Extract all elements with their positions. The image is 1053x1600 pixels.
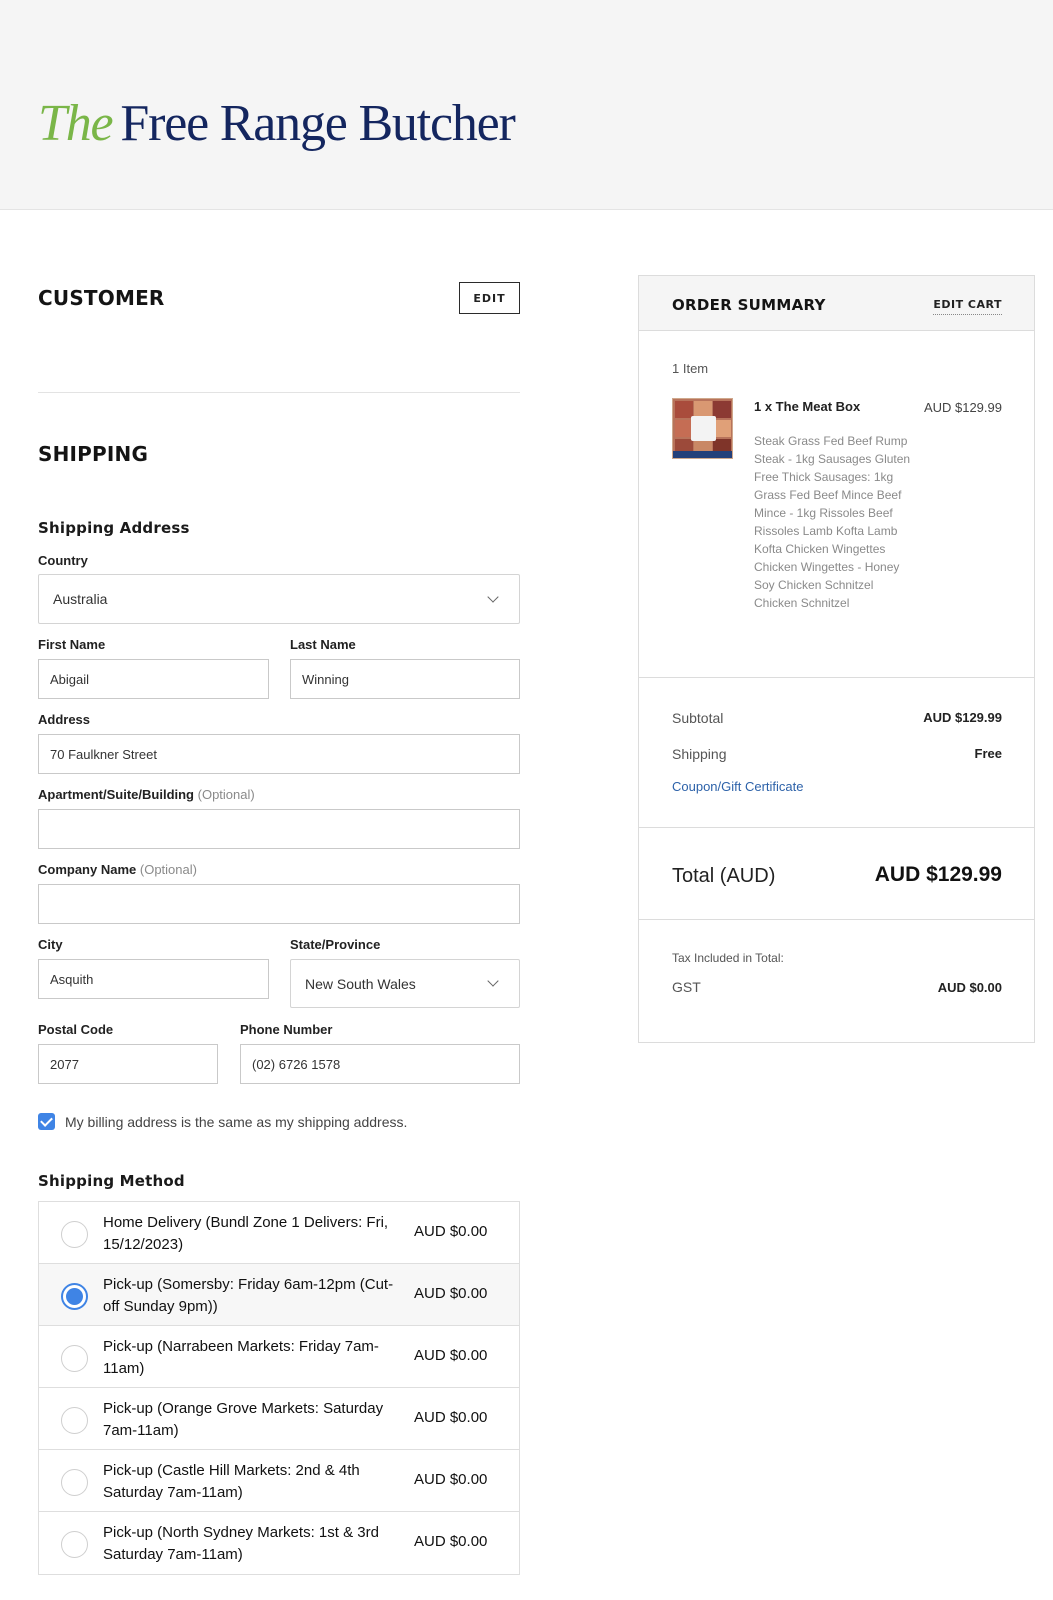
- apartment-label: Apartment/Suite/Building (Optional): [38, 787, 255, 802]
- shipping-method-option[interactable]: Pick-up (Orange Grove Markets: Saturday …: [39, 1388, 519, 1450]
- apartment-label-text: Apartment/Suite/Building: [38, 787, 194, 802]
- site-header: The Free Range Butcher: [0, 0, 1053, 210]
- method-price: AUD $0.00: [414, 1285, 488, 1302]
- product-thumbnail: [672, 398, 733, 459]
- gst-label: GST: [672, 979, 701, 995]
- billing-same-row[interactable]: My billing address is the same as my shi…: [38, 1113, 407, 1130]
- gst-value: AUD $0.00: [937, 980, 1002, 995]
- city-label: City: [38, 937, 63, 952]
- state-label: State/Province: [290, 937, 381, 952]
- shipping-method-option[interactable]: Pick-up (Castle Hill Markets: 2nd & 4th …: [39, 1450, 519, 1512]
- company-optional: (Optional): [139, 862, 197, 877]
- method-label: Pick-up (Somersby: Friday 6am-12pm (Cut-…: [103, 1276, 394, 1315]
- shipping-address-heading: Shipping Address: [38, 519, 190, 537]
- company-label: Company Name (Optional): [38, 862, 197, 877]
- order-summary-title: ORDER SUMMARY: [672, 296, 826, 314]
- order-summary-header: ORDER SUMMARY EDIT CART: [639, 276, 1034, 331]
- radio-button[interactable]: [61, 1469, 88, 1496]
- method-price: AUD $0.00: [414, 1471, 488, 1488]
- radio-button[interactable]: [61, 1345, 88, 1372]
- method-price: AUD $0.00: [414, 1347, 488, 1364]
- first-name-field[interactable]: Abigail: [38, 659, 269, 699]
- company-label-text: Company Name: [38, 862, 137, 877]
- shipping-method-heading: Shipping Method: [38, 1172, 185, 1190]
- method-label: Pick-up (Narrabeen Markets: Friday 7am-1…: [103, 1338, 379, 1377]
- company-field[interactable]: [38, 884, 520, 924]
- postal-label: Postal Code: [38, 1022, 114, 1037]
- divider: [639, 919, 1034, 920]
- logo-name: Free Range Butcher: [120, 95, 515, 152]
- state-value: New South Wales: [305, 975, 416, 992]
- method-label: Pick-up (Castle Hill Markets: 2nd & 4th …: [103, 1462, 360, 1501]
- method-price: AUD $0.00: [414, 1409, 488, 1426]
- item-price: AUD $129.99: [923, 400, 1002, 415]
- tax-label: Tax Included in Total:: [672, 951, 784, 965]
- radio-button-selected[interactable]: [61, 1283, 88, 1310]
- first-name-label: First Name: [38, 637, 106, 652]
- method-label: Pick-up (North Sydney Markets: 1st & 3rd…: [103, 1524, 379, 1563]
- chevron-down-icon: [487, 975, 499, 987]
- order-summary-panel: ORDER SUMMARY EDIT CART 1 Item 1 x The M…: [638, 275, 1035, 1043]
- last-name-field[interactable]: Winning: [290, 659, 520, 699]
- shipping-method-list: Home Delivery (Bundl Zone 1 Delivers: Fr…: [38, 1201, 520, 1575]
- radio-button[interactable]: [61, 1531, 88, 1558]
- customer-title: CUSTOMER: [38, 286, 165, 310]
- item-name: 1 x The Meat Box: [754, 399, 861, 414]
- apartment-optional: (Optional): [197, 787, 255, 802]
- shipping-label: Shipping: [672, 746, 727, 762]
- site-logo[interactable]: The Free Range Butcher: [38, 95, 516, 152]
- radio-button[interactable]: [61, 1407, 88, 1434]
- radio-button[interactable]: [61, 1221, 88, 1248]
- method-price: AUD $0.00: [414, 1533, 488, 1550]
- method-label: Home Delivery (Bundl Zone 1 Delivers: Fr…: [103, 1214, 389, 1253]
- shipping-method-option-selected[interactable]: Pick-up (Somersby: Friday 6am-12pm (Cut-…: [39, 1264, 519, 1326]
- billing-same-checkbox[interactable]: [38, 1113, 55, 1130]
- shipping-method-option[interactable]: Home Delivery (Bundl Zone 1 Delivers: Fr…: [39, 1202, 519, 1264]
- divider: [639, 677, 1034, 678]
- shipping-value: Free: [974, 746, 1002, 761]
- customer-edit-button[interactable]: EDIT: [459, 282, 520, 314]
- shipping-method-option[interactable]: Pick-up (North Sydney Markets: 1st & 3rd…: [39, 1512, 519, 1574]
- chevron-down-icon: [487, 590, 499, 603]
- city-field[interactable]: Asquith: [38, 959, 269, 999]
- apartment-field[interactable]: [38, 809, 520, 849]
- method-label: Pick-up (Orange Grove Markets: Saturday …: [103, 1400, 384, 1439]
- coupon-link[interactable]: Coupon/Gift Certificate: [672, 779, 804, 794]
- subtotal-value: AUD $129.99: [923, 710, 1002, 725]
- divider: [38, 392, 520, 393]
- item-count: 1 Item: [672, 361, 709, 376]
- total-label: Total (AUD): [672, 865, 776, 887]
- edit-cart-link[interactable]: EDIT CART: [933, 298, 1002, 315]
- address-label: Address: [38, 712, 91, 727]
- billing-same-label[interactable]: My billing address is the same as my shi…: [65, 1114, 407, 1130]
- total-value: AUD $129.99: [874, 863, 1002, 886]
- phone-field[interactable]: (02) 6726 1578: [240, 1044, 520, 1084]
- shipping-title: SHIPPING: [38, 442, 149, 466]
- last-name-label: Last Name: [290, 637, 356, 652]
- country-label: Country: [38, 553, 88, 568]
- subtotal-label: Subtotal: [672, 710, 724, 726]
- divider: [639, 827, 1034, 828]
- shipping-method-option[interactable]: Pick-up (Narrabeen Markets: Friday 7am-1…: [39, 1326, 519, 1388]
- country-value: Australia: [53, 591, 108, 607]
- logo-the: The: [38, 95, 114, 152]
- address-field[interactable]: 70 Faulkner Street: [38, 734, 520, 774]
- postal-field[interactable]: 2077: [38, 1044, 218, 1084]
- item-options: Steak Grass Fed Beef Rump Steak - 1kg Sa…: [754, 434, 911, 610]
- state-select[interactable]: New South Wales: [290, 959, 520, 1008]
- country-select[interactable]: Australia: [38, 574, 520, 624]
- method-price: AUD $0.00: [414, 1223, 488, 1240]
- phone-label: Phone Number: [240, 1022, 333, 1037]
